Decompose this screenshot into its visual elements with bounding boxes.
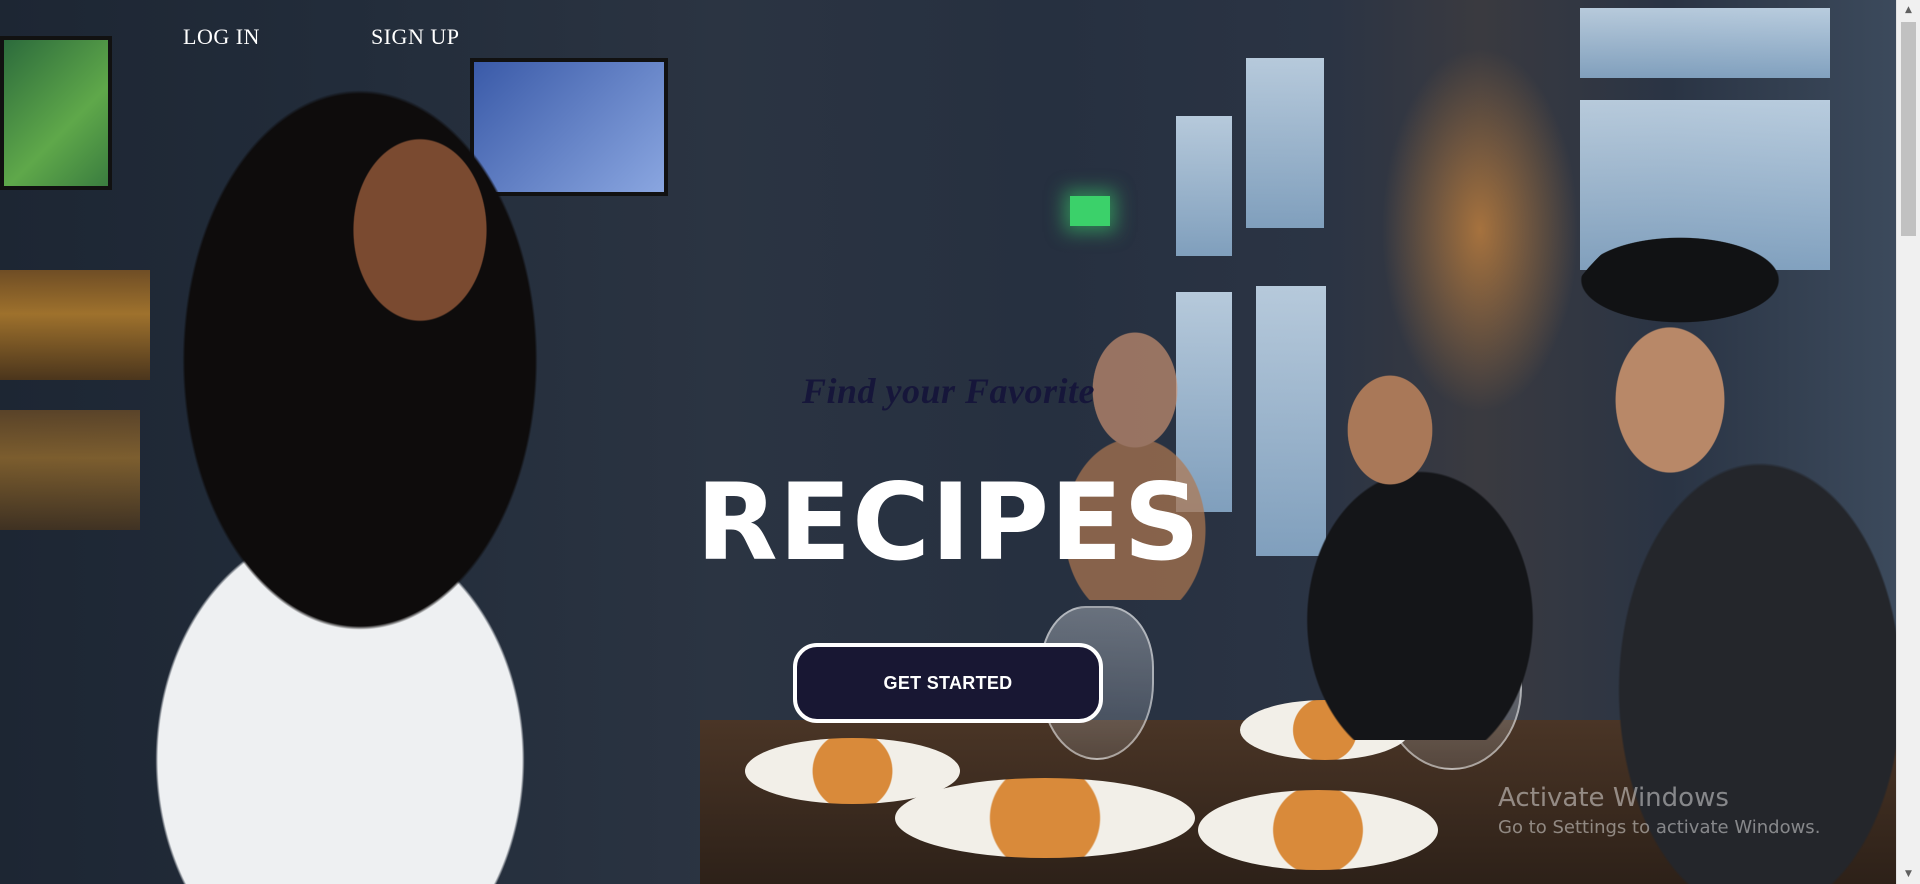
windows-activation-watermark: Activate Windows Go to Settings to activ… (1498, 783, 1820, 838)
food-plate-image (895, 778, 1195, 858)
vertical-scrollbar[interactable]: ▲ ▼ (1896, 0, 1920, 884)
page-viewport: LOG IN SIGN UP Find your Favorite RECIPE… (0, 0, 1897, 884)
login-link[interactable]: LOG IN (183, 24, 260, 50)
hero-background-image (0, 0, 1897, 884)
tv-screen-image (0, 36, 112, 190)
watermark-title: Activate Windows (1498, 783, 1729, 813)
scroll-up-arrow-icon[interactable]: ▲ (1897, 0, 1920, 20)
signup-link[interactable]: SIGN UP (371, 24, 459, 50)
watermark-subtitle: Go to Settings to activate Windows. (1498, 817, 1821, 838)
hero-headline: RECIPES (696, 461, 1201, 584)
scroll-down-arrow-icon[interactable]: ▼ (1897, 864, 1920, 884)
window-pane-image (1580, 8, 1830, 78)
food-plate-image (1198, 790, 1438, 870)
get-started-button[interactable]: GET STARTED (793, 643, 1103, 723)
exit-sign-image (1070, 196, 1110, 226)
window-pane-image (1176, 116, 1232, 256)
window-pane-image (1246, 58, 1324, 228)
scrollbar-thumb[interactable] (1901, 22, 1916, 236)
hero-tagline: Find your Favorite (801, 371, 1096, 411)
